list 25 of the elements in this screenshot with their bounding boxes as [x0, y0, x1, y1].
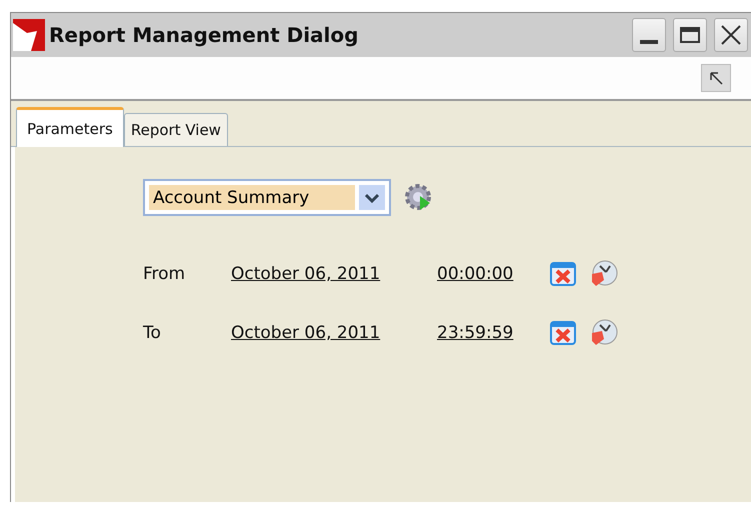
minimize-icon: [640, 40, 658, 44]
calendar-clear-icon[interactable]: [550, 262, 576, 286]
field-label: From: [143, 264, 186, 284]
clock-clear-icon[interactable]: [590, 319, 618, 347]
restore-button[interactable]: [701, 64, 731, 92]
report-dropdown[interactable]: Account Summary: [143, 179, 391, 216]
tab[interactable]: Report View: [124, 113, 228, 146]
window-title: Report Management Dialog: [49, 23, 360, 47]
run-gear-icon[interactable]: [405, 184, 433, 212]
arrow-up-left-icon: [708, 70, 724, 86]
clock-clear-icon[interactable]: [590, 260, 618, 288]
tab[interactable]: Parameters: [16, 107, 124, 147]
date-link[interactable]: October 06, 2011: [231, 264, 380, 284]
date-link[interactable]: October 06, 2011: [231, 323, 380, 343]
maximize-icon: [679, 25, 701, 45]
field-label: To: [143, 323, 162, 343]
calendar-clear-icon[interactable]: [550, 321, 576, 345]
app-logo-icon: [13, 19, 45, 51]
chevron-down-icon: [365, 192, 379, 202]
time-link[interactable]: 00:00:00: [437, 264, 514, 284]
close-button[interactable]: [714, 18, 748, 52]
maximize-button[interactable]: [673, 18, 707, 52]
time-link[interactable]: 23:59:59: [437, 323, 514, 343]
minimize-button[interactable]: [632, 18, 666, 52]
close-icon: [720, 24, 742, 46]
